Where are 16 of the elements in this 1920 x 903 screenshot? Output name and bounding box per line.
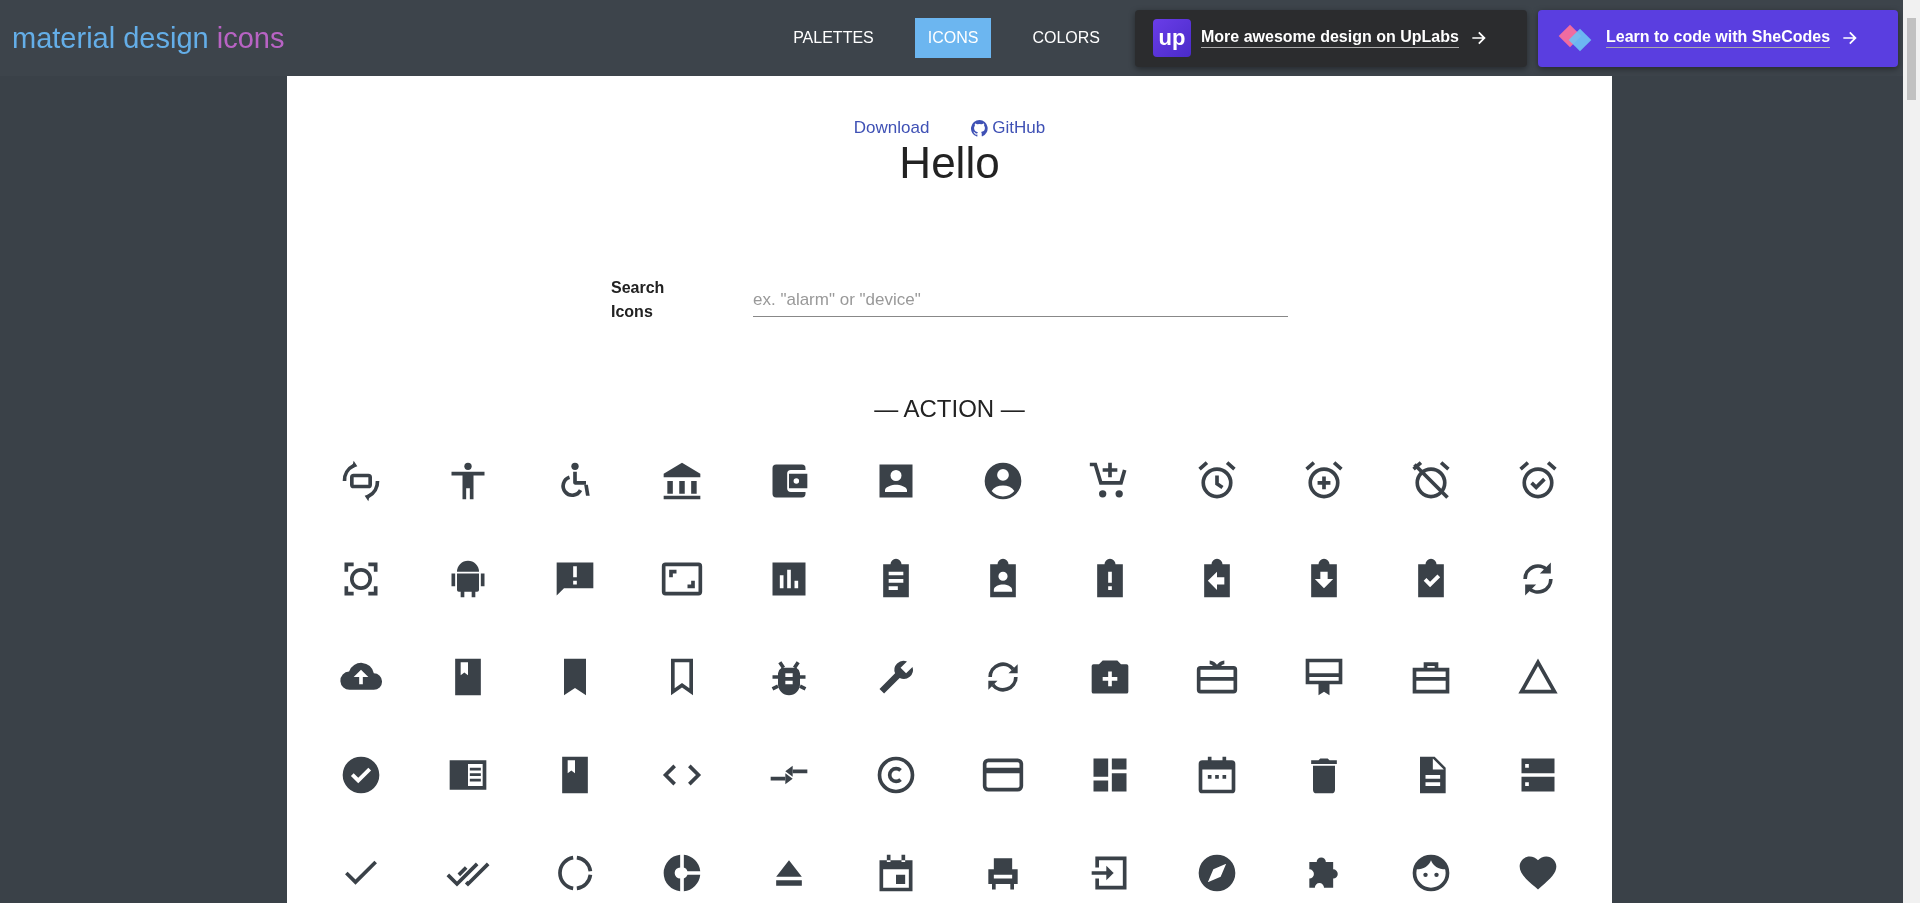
github-icon: [971, 119, 989, 137]
download-link[interactable]: Download: [853, 118, 930, 138]
page-title: Hello: [899, 138, 1000, 188]
search-field[interactable]: ex. "alarm" or "device": [753, 283, 1288, 317]
promo-label[interactable]: More awesome design on UpLabs: [1201, 28, 1459, 48]
search-label: Search Icons: [611, 278, 666, 322]
promo-banner[interactable]: Learn to code with SheCodes: [1538, 9, 1898, 67]
section-heading: — ACTION —: [874, 394, 1025, 424]
github-link[interactable]: GitHub: [992, 118, 1046, 138]
promo-label[interactable]: Learn to code with SheCodes: [1606, 28, 1831, 48]
scrollbar[interactable]: [1903, 0, 1920, 903]
nav-tab[interactable]: PALETTES: [780, 18, 887, 58]
nav-tab[interactable]: COLORS: [1019, 18, 1113, 58]
up-logo: up: [1153, 19, 1191, 57]
promo-banner[interactable]: up More awesome design on UpLabs: [1135, 9, 1527, 67]
site-logo[interactable]: material design icons: [12, 21, 285, 55]
